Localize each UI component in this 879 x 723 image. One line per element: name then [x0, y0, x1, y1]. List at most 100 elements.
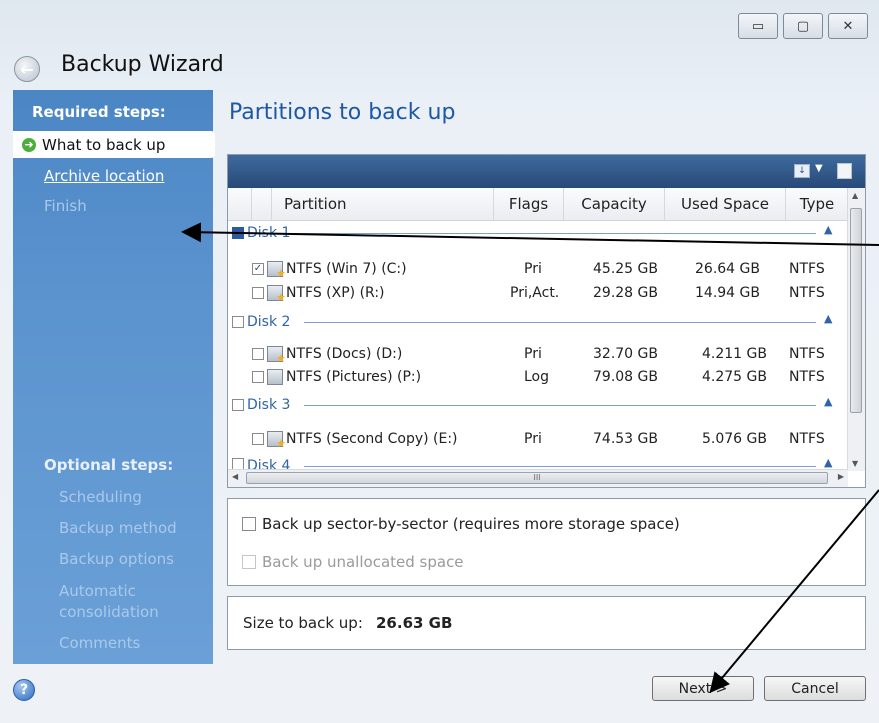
table-row[interactable]: NTFS (XP) (R:): [252, 283, 385, 304]
column-used-space[interactable]: Used Space: [665, 188, 786, 220]
sidebar-item-finish: Finish: [44, 197, 87, 215]
properties-icon[interactable]: [837, 163, 852, 179]
partition-checkbox[interactable]: [252, 348, 264, 360]
partition-name: NTFS (Docs) (D:): [286, 346, 403, 362]
scroll-thumb[interactable]: III: [246, 472, 828, 484]
used-space-cell: 4.275 GB: [702, 369, 767, 385]
scroll-up-icon[interactable]: ▲: [852, 191, 858, 200]
partition-checkbox[interactable]: [252, 433, 264, 445]
used-space-cell: 14.94 GB: [695, 285, 760, 301]
table-row[interactable]: ✓ NTFS (Win 7) (C:): [252, 259, 407, 280]
volume-star-icon: [267, 261, 286, 280]
sidebar-item-scheduling: Scheduling: [59, 488, 142, 506]
header-spacer: [252, 188, 272, 220]
flags-cell: Pri: [524, 346, 542, 362]
disk-label: Disk 1: [247, 225, 291, 241]
cancel-button[interactable]: Cancel: [764, 676, 866, 701]
unallocated-option: Back up unallocated space: [242, 553, 464, 571]
collapse-icon[interactable]: ▲: [824, 456, 832, 469]
partition-checkbox[interactable]: ✓: [252, 263, 264, 275]
sector-by-sector-checkbox[interactable]: [242, 517, 256, 531]
used-space-cell: 26.64 GB: [695, 261, 760, 277]
column-flags[interactable]: Flags: [494, 188, 564, 220]
disk-label: Disk 3: [247, 397, 291, 413]
volume-star-icon: [267, 431, 286, 450]
sidebar-item-backup-method: Backup method: [59, 519, 177, 537]
disk-checkbox[interactable]: [232, 227, 244, 239]
partition-name: NTFS (XP) (R:): [286, 285, 385, 301]
sidebar-item-what-to-back-up[interactable]: ➜ What to back up: [13, 131, 215, 158]
volume-star-green-icon: [267, 285, 286, 304]
minimize-button[interactable]: ▭: [738, 13, 778, 39]
partition-checkbox[interactable]: [252, 287, 264, 299]
grid-header: Partition Flags Capacity Used Space Type: [228, 188, 848, 221]
capacity-cell: 29.28 GB: [593, 285, 658, 301]
disk-checkbox[interactable]: [232, 316, 244, 328]
disk-checkbox[interactable]: [232, 399, 244, 411]
collapse-icon[interactable]: ▲: [824, 312, 832, 325]
size-label: Size to back up:: [243, 614, 363, 632]
horizontal-scrollbar[interactable]: ◀ III ▶: [228, 469, 848, 487]
optional-steps-heading: Optional steps:: [44, 456, 174, 474]
type-cell: NTFS: [789, 369, 825, 385]
table-row[interactable]: NTFS (Docs) (D:): [252, 344, 403, 365]
sidebar-item-archive-location[interactable]: Archive location: [44, 167, 164, 185]
chevron-down-icon[interactable]: ▼: [815, 163, 823, 174]
type-cell: NTFS: [789, 431, 825, 447]
sector-by-sector-option[interactable]: Back up sector-by-sector (requires more …: [242, 515, 680, 533]
minimize-icon: ▭: [751, 18, 765, 34]
sort-icon[interactable]: ↓: [794, 164, 810, 178]
window-title: Backup Wizard: [61, 52, 224, 77]
size-value: 26.63 GB: [376, 614, 453, 632]
collapse-icon[interactable]: ▲: [824, 395, 832, 408]
disk-group-header[interactable]: Disk 3: [232, 395, 290, 415]
type-cell: NTFS: [789, 261, 825, 277]
sidebar-item-label: What to back up: [42, 135, 166, 154]
type-cell: NTFS: [789, 346, 825, 362]
maximize-button[interactable]: ▢: [783, 13, 823, 39]
partition-name: NTFS (Second Copy) (E:): [286, 431, 458, 447]
disk-group-header[interactable]: Disk 2: [232, 312, 290, 332]
maximize-icon: ▢: [796, 18, 810, 34]
collapse-icon[interactable]: ▲: [824, 223, 832, 236]
next-label: Next >: [678, 680, 728, 697]
scroll-thumb[interactable]: [850, 208, 862, 413]
close-button[interactable]: ✕: [828, 13, 868, 39]
sidebar-item-comments: Comments: [59, 634, 141, 652]
options-panel: Back up sector-by-sector (requires more …: [227, 498, 866, 586]
cancel-label: Cancel: [791, 680, 839, 697]
table-row[interactable]: NTFS (Second Copy) (E:): [252, 429, 458, 450]
capacity-cell: 45.25 GB: [593, 261, 658, 277]
vertical-scrollbar[interactable]: ▲ ▼: [847, 188, 865, 471]
disk-group-header[interactable]: Disk 1: [232, 223, 290, 243]
sidebar-item-automatic-consolidation: Automatic consolidation: [59, 582, 159, 621]
column-capacity[interactable]: Capacity: [564, 188, 665, 220]
sector-by-sector-label: Back up sector-by-sector (requires more …: [262, 515, 680, 533]
scroll-right-icon[interactable]: ▶: [838, 472, 844, 481]
next-button[interactable]: Next >: [652, 676, 754, 701]
column-type[interactable]: Type: [786, 188, 848, 220]
capacity-cell: 32.70 GB: [593, 346, 658, 362]
help-icon[interactable]: ?: [13, 679, 35, 701]
partition-checkbox[interactable]: [252, 371, 264, 383]
flags-cell: Pri: [524, 261, 542, 277]
scroll-down-icon[interactable]: ▼: [852, 459, 858, 468]
divider: [304, 405, 816, 406]
divider: [304, 322, 816, 323]
divider: [288, 233, 816, 234]
used-space-cell: 5.076 GB: [702, 431, 767, 447]
capacity-cell: 74.53 GB: [593, 431, 658, 447]
table-row[interactable]: NTFS (Pictures) (P:): [252, 367, 421, 387]
disk-label: Disk 2: [247, 314, 291, 330]
header-spacer: [228, 188, 252, 220]
scroll-left-icon[interactable]: ◀: [232, 472, 238, 481]
close-icon: ✕: [842, 18, 854, 34]
used-space-cell: 4.211 GB: [702, 346, 767, 362]
capacity-cell: 79.08 GB: [593, 369, 658, 385]
type-cell: NTFS: [789, 285, 825, 301]
flags-cell: Log: [524, 369, 550, 385]
green-arrow-icon: ➜: [22, 137, 36, 152]
column-partition[interactable]: Partition: [272, 188, 494, 220]
grid-toolbar: ↓ ▼: [228, 155, 865, 188]
back-arrow-icon[interactable]: ←: [14, 56, 40, 82]
